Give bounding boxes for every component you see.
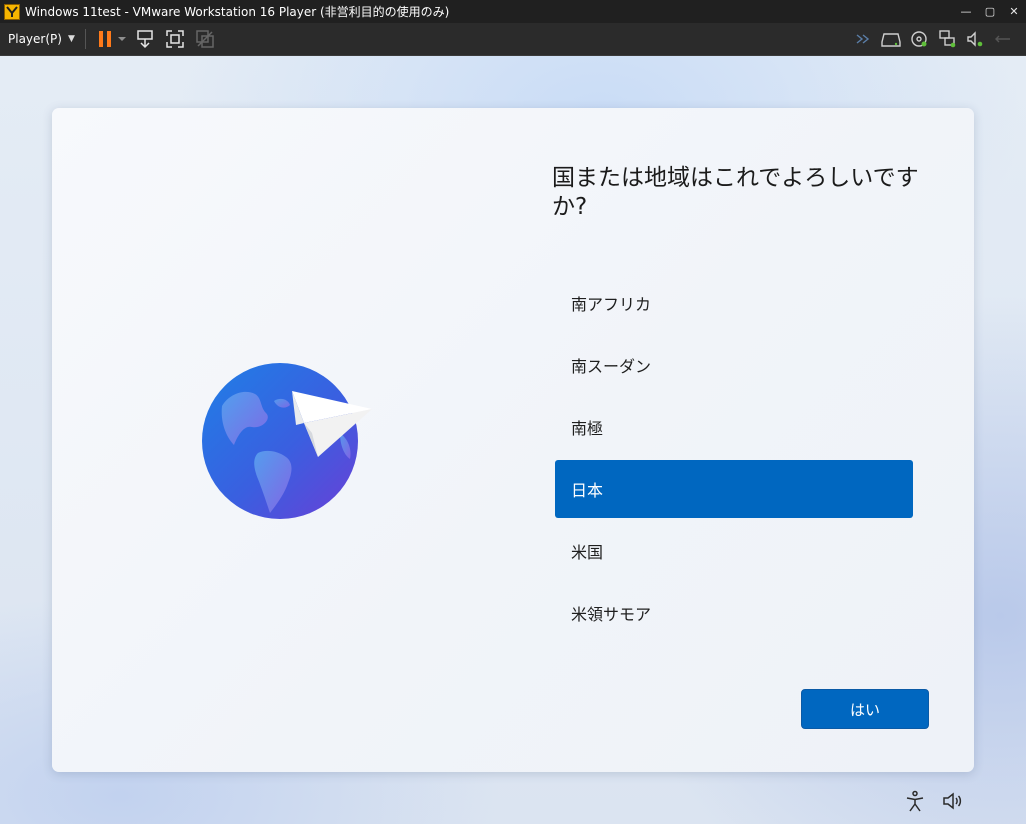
region-list-item[interactable]: 米国 [555,522,913,580]
oobe-dialog: 国または地域はこれでよろしいですか? 南アフリカ 南スーダン 南極 日本 米国 … [52,108,974,772]
region-list-item[interactable]: 南アフリカ [555,274,913,332]
unity-icon [192,26,218,52]
send-ctrl-alt-del-icon[interactable] [132,26,158,52]
close-button[interactable]: ✕ [1002,0,1026,23]
maximize-button[interactable]: ▢ [978,0,1002,23]
chevron-down-icon: ▼ [67,34,75,44]
player-menu-label: Player(P) [8,32,62,46]
window-title: Windows 11test - VMware Workstation 16 P… [25,5,450,19]
pause-icon[interactable] [92,26,118,52]
volume-icon[interactable] [940,789,966,813]
region-list-item-selected[interactable]: 日本 [555,460,913,518]
region-list[interactable]: 南アフリカ 南スーダン 南極 日本 米国 米領サモア [555,274,913,646]
vm-display[interactable]: 国または地域はこれでよろしいですか? 南アフリカ 南スーダン 南極 日本 米国 … [0,56,1026,824]
oobe-bottom-bar [890,789,966,813]
full-screen-icon[interactable] [162,26,188,52]
cd-dvd-icon[interactable] [906,26,932,52]
hard-disk-icon[interactable] [878,26,904,52]
accessibility-icon[interactable] [902,789,928,813]
region-list-item[interactable]: 米領サモア [555,584,913,642]
globe-paper-plane-illustration [202,363,372,519]
region-list-item[interactable]: 南スーダン [555,336,913,394]
dropdown-caret-icon[interactable] [116,26,128,52]
forward-icon[interactable] [850,26,876,52]
sound-card-icon[interactable] [962,26,988,52]
region-list-item[interactable]: 南極 [555,398,913,456]
page-title: 国または地域はこれでよろしいですか? [552,165,919,220]
usb-icon[interactable] [990,26,1016,52]
yes-button[interactable]: はい [801,689,929,729]
vmware-toolbar: Player(P) ▼ [0,23,1026,56]
toolbar-divider [84,29,86,49]
window-title-bar: Windows 11test - VMware Workstation 16 P… [0,0,1026,23]
vmware-app-icon [4,3,20,20]
player-menu-button[interactable]: Player(P) ▼ [8,27,75,51]
minimize-button[interactable]: — [954,0,978,23]
network-adapter-icon[interactable] [934,26,960,52]
